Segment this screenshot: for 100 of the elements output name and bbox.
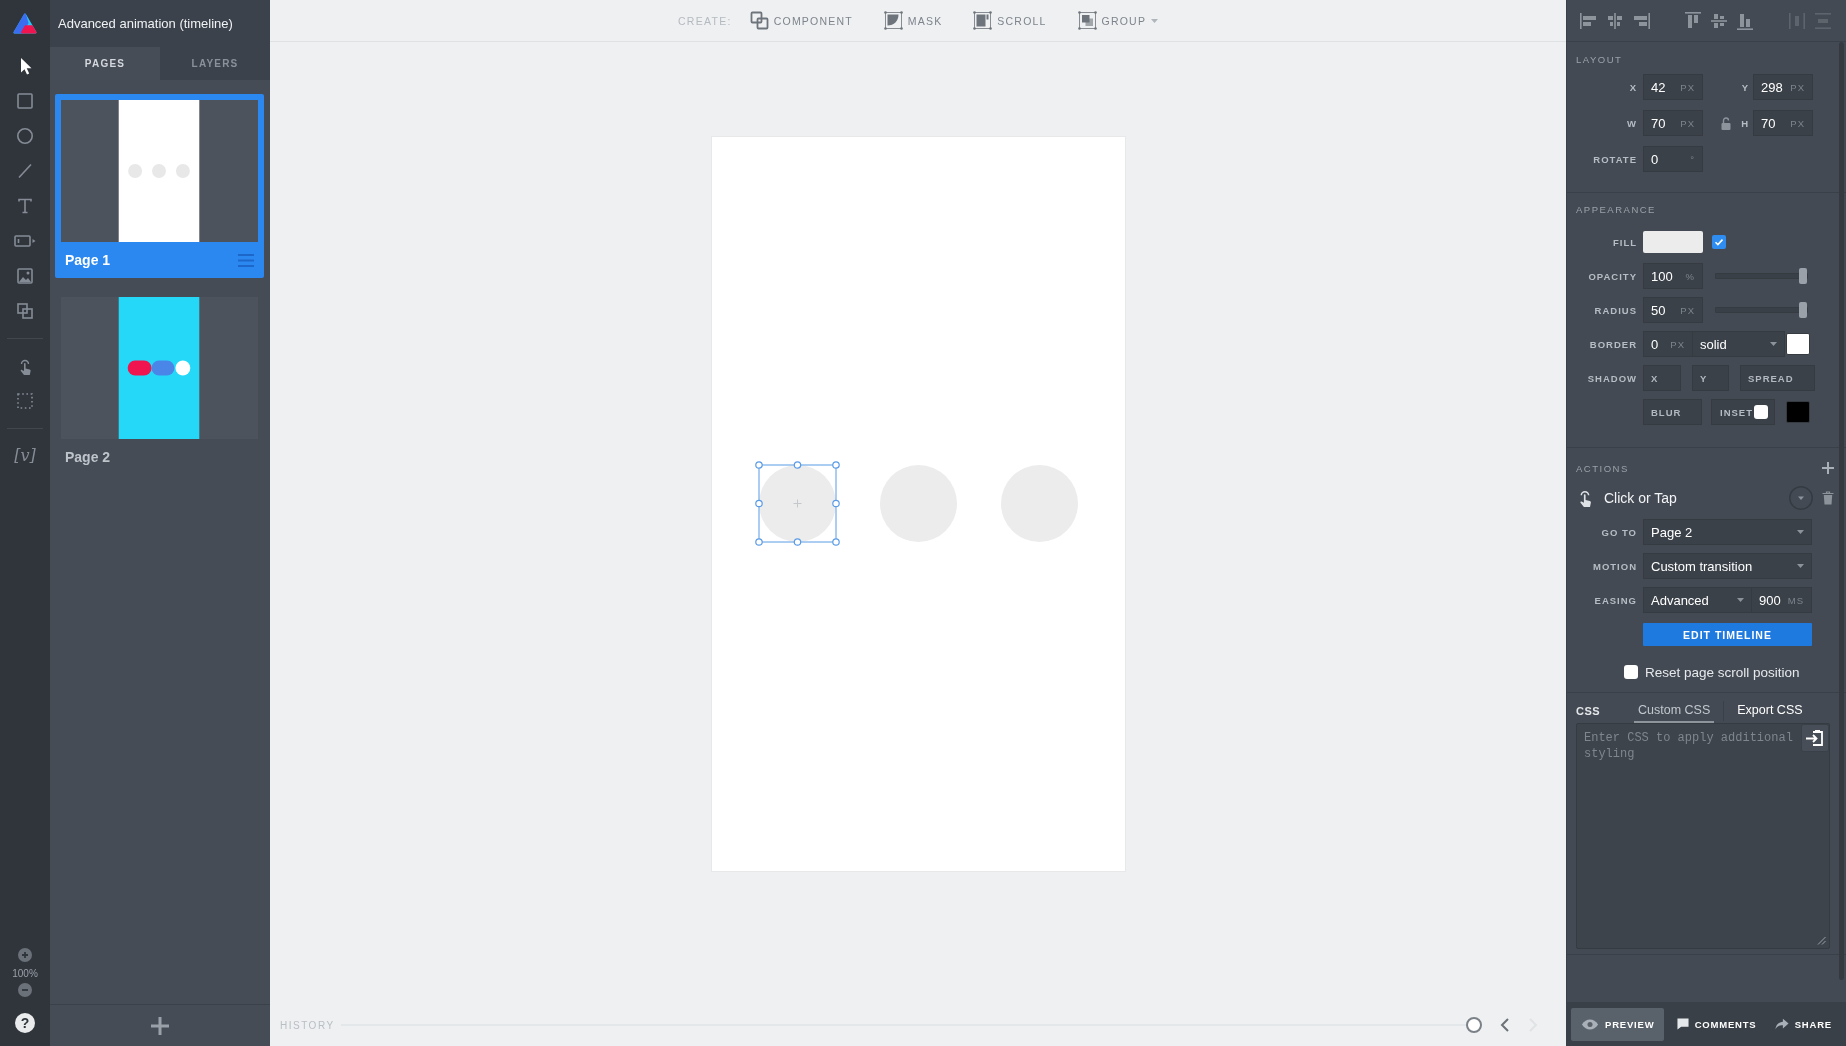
preview-button[interactable]: PREVIEW	[1571, 1007, 1665, 1041]
help-button[interactable]: ?	[15, 1013, 35, 1033]
image-icon[interactable]	[14, 265, 36, 286]
field-label: W	[1626, 117, 1637, 129]
caret-icon	[1737, 598, 1744, 602]
unit-label: PX	[1680, 117, 1695, 129]
dotted-rectangle-icon[interactable]	[14, 390, 36, 411]
history-handle[interactable]	[1466, 1017, 1482, 1033]
unit-label: MS	[1787, 594, 1804, 606]
css-input[interactable]: Enter CSS to apply additional styling	[1576, 723, 1830, 949]
variables-button[interactable]: [v]	[14, 446, 36, 465]
field-label: SHADOW	[1586, 372, 1637, 384]
overlapping-squares-icon[interactable]	[14, 300, 36, 321]
circle-icon[interactable]	[14, 125, 36, 146]
grouped-squares-icon	[1077, 11, 1097, 30]
color-swatch[interactable]	[1786, 333, 1810, 355]
checkbox[interactable]	[1624, 665, 1638, 679]
color-swatch[interactable]	[1786, 401, 1810, 423]
trash-icon[interactable]	[1822, 491, 1834, 505]
scroll-frame-icon	[973, 11, 993, 30]
number-field[interactable]: 900 MS	[1752, 587, 1812, 613]
page-name: Page 1	[65, 252, 111, 268]
rectangle-icon[interactable]	[14, 90, 36, 111]
unit-label: PX	[1790, 81, 1805, 93]
caret-icon	[1770, 342, 1777, 346]
slider-thumb[interactable]	[1799, 302, 1807, 318]
shadow-field[interactable]: SPREAD	[1740, 365, 1815, 391]
color-swatch[interactable]	[1643, 231, 1703, 253]
unit-label: %	[1685, 270, 1695, 282]
padlock-icon[interactable]	[1721, 116, 1732, 130]
zoom-out-icon[interactable]	[18, 983, 32, 997]
dropdown[interactable]: Page 2	[1643, 519, 1812, 545]
field-label: EASING	[1593, 594, 1637, 606]
comments-button[interactable]: COMMENTS	[1670, 1007, 1763, 1041]
unit-label: PX	[1670, 338, 1685, 350]
page-name: Page 2	[65, 449, 111, 465]
group-button[interactable]: GROUP	[1077, 11, 1159, 30]
number-field[interactable]: 70 PX	[1643, 110, 1703, 136]
inset-toggle[interactable]: INSET	[1711, 399, 1775, 425]
edit-timeline-button[interactable]: EDIT TIMELINE	[1643, 623, 1812, 646]
shadow-field[interactable]: X	[1643, 365, 1681, 391]
checkbox[interactable]	[1754, 405, 1768, 419]
field-label: RADIUS	[1593, 304, 1637, 316]
field-label: GO TO	[1600, 526, 1637, 538]
number-field[interactable]: 42 PX	[1643, 74, 1703, 100]
field-label: BORDER	[1588, 338, 1637, 350]
dropdown[interactable]: Advanced	[1643, 587, 1752, 613]
dropdown[interactable]: solid	[1693, 331, 1785, 357]
comment-icon	[1676, 1018, 1689, 1030]
unit-label: °	[1690, 153, 1695, 165]
field-label: ROTATE	[1592, 153, 1637, 165]
number-field[interactable]: 298 PX	[1753, 74, 1813, 100]
chevron-left-icon[interactable]	[1500, 1018, 1510, 1032]
share-arrow-icon	[1774, 1018, 1789, 1030]
field-label: H	[1741, 117, 1749, 129]
checkbox-label: Reset page scroll position	[1645, 664, 1800, 680]
number-field[interactable]: 0 °	[1643, 146, 1703, 172]
app-logo	[13, 13, 37, 35]
shadow-field[interactable]: BLUR	[1643, 399, 1702, 425]
caret-icon	[1797, 564, 1804, 568]
css-tab[interactable]: Export CSS	[1733, 699, 1807, 723]
menu-icon[interactable]	[238, 253, 254, 267]
number-field[interactable]: 50 PX	[1643, 297, 1703, 323]
trigger-label: Click or Tap	[1604, 490, 1677, 506]
masked-square-icon	[883, 11, 903, 30]
caret-icon	[1797, 530, 1804, 534]
panel-tab[interactable]: PAGES	[50, 47, 160, 80]
section-title: CSS	[1576, 705, 1602, 717]
zoom-in-icon[interactable]	[18, 948, 32, 962]
field-label: X	[1628, 81, 1637, 93]
unit-label: PX	[1680, 81, 1695, 93]
page-card[interactable]: Page 1	[55, 94, 264, 278]
shadow-field[interactable]: Y	[1692, 365, 1729, 391]
section-title: APPEARANCE	[1576, 203, 1656, 215]
add-icon[interactable]	[1822, 462, 1834, 474]
field-label: OPACITY	[1587, 270, 1637, 282]
number-field[interactable]: 100 %	[1643, 263, 1703, 289]
create-label: CREATE:	[677, 14, 732, 27]
checkbox[interactable]	[1712, 235, 1726, 249]
unit-label: PX	[1790, 117, 1805, 129]
field-label: MOTION	[1592, 560, 1637, 572]
page-card[interactable]: Page 2	[55, 291, 264, 475]
slider-thumb[interactable]	[1799, 268, 1807, 284]
number-field[interactable]: 70 PX	[1753, 110, 1813, 136]
zoom-level: 100%	[12, 968, 38, 979]
field-label: FILL	[1611, 236, 1637, 248]
project-title: Advanced animation (timeline)	[50, 0, 270, 47]
resize-grip-icon[interactable]	[1817, 936, 1826, 945]
eye-icon	[1581, 1018, 1599, 1030]
section-title: ACTIONS	[1576, 462, 1629, 474]
field-label: Y	[1741, 81, 1749, 93]
linked-squares-icon	[749, 11, 769, 30]
unit-label: PX	[1680, 304, 1695, 316]
number-field[interactable]: 0 PX	[1643, 331, 1693, 357]
dropdown[interactable]: Custom transition	[1643, 553, 1812, 579]
caret-circle-icon[interactable]	[1789, 486, 1813, 510]
add-icon[interactable]	[151, 1016, 169, 1035]
hand-pointer-icon	[1578, 488, 1594, 508]
section-title: LAYOUT	[1576, 53, 1623, 65]
share-button[interactable]: SHARE	[1768, 1007, 1838, 1041]
